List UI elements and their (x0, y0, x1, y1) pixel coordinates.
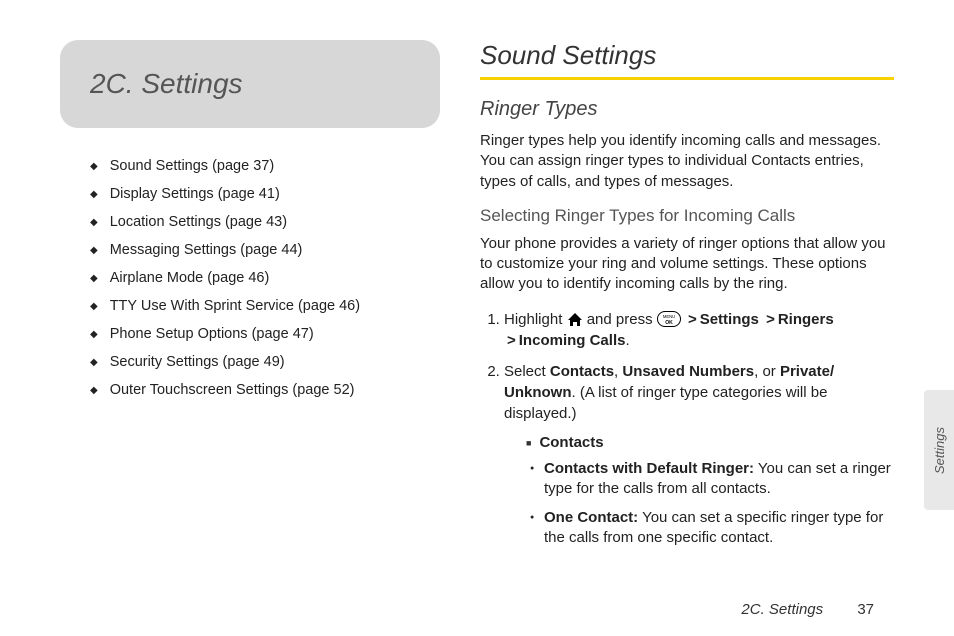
chevron-right-icon: > (766, 311, 775, 328)
chevron-right-icon: > (507, 332, 516, 349)
contacts-label: Contacts (539, 434, 603, 451)
dot-item: One Contact: You can set a specific ring… (544, 508, 894, 549)
toc-item: ◆ Outer Touchscreen Settings (page 52) (90, 382, 440, 398)
toc-item: ◆ Phone Setup Options (page 47) (90, 326, 440, 342)
toc-label: Phone Setup Options (page 47) (110, 326, 314, 342)
intro-paragraph: Ringer types help you identify incoming … (480, 131, 894, 192)
toc-label: Display Settings (page 41) (110, 186, 280, 202)
section-title: Sound Settings (480, 40, 894, 80)
path-segment: Settings (700, 311, 759, 328)
option-label: Contacts (550, 363, 614, 380)
step-item: Select Contacts, Unsaved Numbers, or Pri… (504, 361, 894, 548)
bullet-strong: One Contact: (544, 509, 638, 526)
chapter-badge: 2C. Settings (60, 40, 440, 128)
toc-label: Security Settings (page 49) (110, 354, 285, 370)
step-text: Select (504, 363, 550, 380)
toc-item: ◆ Display Settings (page 41) (90, 186, 440, 202)
toc-label: Outer Touchscreen Settings (page 52) (110, 382, 355, 398)
chevron-right-icon: > (688, 311, 697, 328)
subsection-title: Ringer Types (480, 98, 894, 121)
toc-item: ◆ Security Settings (page 49) (90, 354, 440, 370)
subsub-title: Selecting Ringer Types for Incoming Call… (480, 206, 894, 226)
path-segment: Ringers (778, 311, 834, 328)
step-item: Highlight and press MENUOK >Settings >Ri… (504, 309, 894, 352)
page-number: 37 (857, 601, 874, 618)
subsub-intro: Your phone provides a variety of ringer … (480, 234, 894, 295)
diamond-icon: ◆ (90, 301, 98, 312)
svg-text:OK: OK (665, 320, 673, 326)
left-column: 2C. Settings ◆ Sound Settings (page 37) ◆… (60, 40, 440, 606)
dot-list: Contacts with Default Ringer: You can se… (526, 459, 894, 548)
diamond-icon: ◆ (90, 217, 98, 228)
bullet-strong: Contacts with Default Ringer: (544, 460, 754, 477)
home-icon (567, 309, 583, 330)
toc-item: ◆ Messaging Settings (page 44) (90, 242, 440, 258)
svg-text:MENU: MENU (663, 314, 675, 319)
dot-item: Contacts with Default Ringer: You can se… (544, 459, 894, 500)
toc-label: Location Settings (page 43) (110, 214, 287, 230)
step-text: and press (587, 311, 657, 328)
diamond-icon: ◆ (90, 385, 98, 396)
side-tab-label: Settings (932, 427, 947, 474)
chapter-title: 2C. Settings (90, 68, 410, 100)
toc-label: Airplane Mode (page 46) (110, 270, 270, 286)
right-column: Sound Settings Ringer Types Ringer types… (480, 40, 894, 606)
diamond-icon: ◆ (90, 189, 98, 200)
toc-label: TTY Use With Sprint Service (page 46) (110, 298, 360, 314)
page-spread: 2C. Settings ◆ Sound Settings (page 37) ◆… (0, 0, 954, 636)
diamond-icon: ◆ (90, 273, 98, 284)
side-tab: Settings (924, 390, 954, 510)
toc-label: Sound Settings (page 37) (110, 158, 274, 174)
steps-list: Highlight and press MENUOK >Settings >Ri… (480, 309, 894, 549)
step-text: Highlight (504, 311, 567, 328)
toc-item: ◆ TTY Use With Sprint Service (page 46) (90, 298, 440, 314)
diamond-icon: ◆ (90, 245, 98, 256)
toc-item: ◆ Location Settings (page 43) (90, 214, 440, 230)
toc-item: ◆ Sound Settings (page 37) (90, 158, 440, 174)
diamond-icon: ◆ (90, 357, 98, 368)
nested-item: Contacts Contacts with Default Ringer: Y… (526, 432, 894, 548)
page-footer: 2C. Settings 37 (741, 601, 874, 618)
menu-ok-icon: MENUOK (657, 309, 681, 330)
path-segment: Incoming Calls (519, 332, 626, 349)
diamond-icon: ◆ (90, 329, 98, 340)
table-of-contents: ◆ Sound Settings (page 37) ◆ Display Setti… (60, 158, 440, 398)
diamond-icon: ◆ (90, 161, 98, 172)
nested-list: Contacts Contacts with Default Ringer: Y… (504, 432, 894, 548)
toc-item: ◆ Airplane Mode (page 46) (90, 270, 440, 286)
toc-label: Messaging Settings (page 44) (110, 242, 303, 258)
option-label: Unsaved Numbers (622, 363, 754, 380)
footer-chapter: 2C. Settings (741, 601, 823, 618)
